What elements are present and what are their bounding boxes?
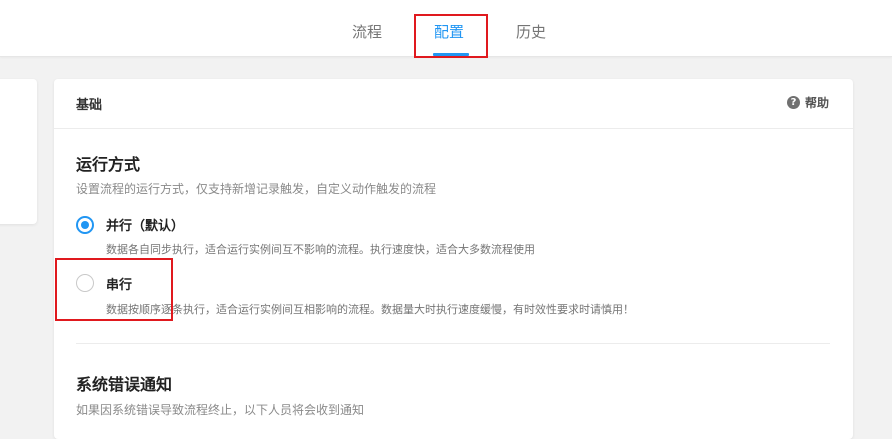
settings-card: 基础 ? 帮助 运行方式 设置流程的运行方式，仅支持新增记录触发，自定义动作触发… [54, 79, 853, 439]
tab-history[interactable]: 历史 [516, 21, 546, 43]
card-title: 基础 [76, 98, 103, 113]
active-tab-indicator [433, 53, 469, 56]
help-label: 帮助 [804, 96, 829, 110]
tab-config[interactable]: 配置 [434, 21, 464, 43]
help-link[interactable]: ? 帮助 [786, 94, 829, 111]
parallel-option-description: 数据各自同步执行，适合运行实例间互不影响的流程。执行速度快，适合大多数流程使用 [106, 243, 535, 256]
serial-option-label[interactable]: 串行 [106, 274, 132, 293]
error-notify-title: 系统错误通知 [76, 375, 173, 394]
serial-radio[interactable] [76, 274, 94, 292]
tab-flow[interactable]: 流程 [352, 21, 382, 43]
error-notify-description: 如果因系统错误导致流程终止，以下人员将会收到通知 [76, 403, 365, 417]
parallel-radio[interactable] [76, 216, 94, 234]
help-icon: ? [786, 96, 800, 109]
card-header: 基础 ? 帮助 [54, 79, 853, 129]
parallel-option-label[interactable]: 并行（默认） [106, 215, 184, 234]
run-mode-description: 设置流程的运行方式，仅支持新增记录触发，自定义动作触发的流程 [76, 182, 437, 196]
top-navigation-bar: 流程 配置 历史 [0, 0, 892, 57]
section-divider [76, 343, 830, 344]
run-mode-title: 运行方式 [76, 155, 141, 174]
serial-option-description: 数据按顺序逐条执行，适合运行实例间互相影响的流程。数据量大时执行速度缓慢，有时效… [106, 303, 634, 316]
left-side-panel [0, 79, 37, 224]
